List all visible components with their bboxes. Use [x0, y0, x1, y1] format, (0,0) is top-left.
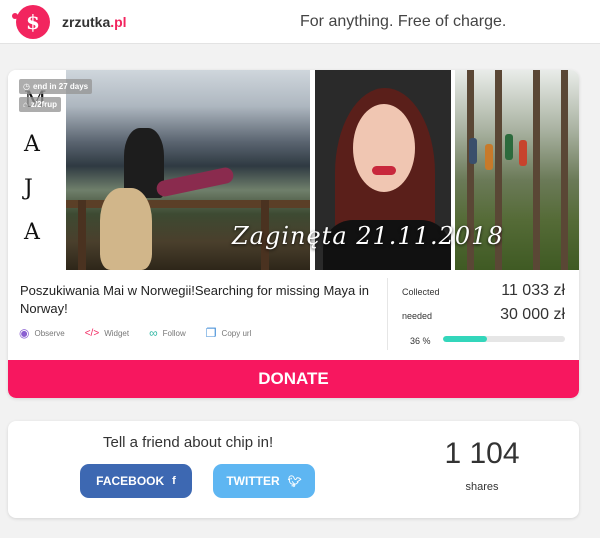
logo[interactable]: $ zrzutka.pl: [12, 5, 127, 39]
railing-post: [78, 200, 86, 270]
needed-value: 30 000 zł: [500, 306, 565, 323]
logo-text: zrzutka.pl: [62, 14, 127, 30]
widget-label: Widget: [104, 328, 130, 338]
share-card: Tell a friend about chip in! FACEBOOK f …: [8, 421, 579, 518]
follow-button[interactable]: ∞ Follow: [149, 326, 186, 340]
tag-icon: ⌂: [23, 100, 28, 109]
collected-value: 11 033 zł: [501, 282, 565, 299]
hiker: [485, 144, 493, 170]
needed-label: needed: [402, 311, 433, 321]
observe-label: Observe: [34, 328, 65, 338]
tagline: For anything. Free of charge.: [300, 13, 507, 30]
logo-s-glyph: $: [26, 10, 40, 34]
campaign-id-text: z/2frup: [30, 100, 58, 109]
site-header: $ zrzutka.pl For anything. Free of charg…: [0, 0, 600, 44]
end-date-text: end in 27 days: [32, 82, 89, 91]
twitter-share-button[interactable]: TWITTER 🐦︎: [213, 464, 315, 498]
twitter-label: TWITTER: [226, 474, 280, 488]
zrzutka-logo-icon: $: [12, 5, 50, 39]
widget-button[interactable]: </> Widget: [85, 326, 129, 340]
tree-trunk: [561, 70, 568, 270]
tree-trunk: [533, 70, 540, 270]
dog-silhouette: [100, 188, 152, 270]
logo-tld: .pl: [110, 14, 127, 30]
hiker: [519, 140, 527, 166]
code-icon: </>: [84, 327, 100, 339]
portrait-lips: [372, 166, 396, 175]
hiker: [469, 138, 477, 164]
facebook-label: FACEBOOK: [96, 474, 165, 488]
progress-fill: [443, 336, 487, 342]
progress-percent: 36 %: [410, 336, 431, 346]
missing-date-overlay: Zaginęta 21.11.2018: [232, 222, 504, 250]
progress-bar: [443, 336, 565, 342]
portrait-face: [353, 104, 415, 192]
logo-name: zrzutka: [62, 14, 111, 30]
copy-url-label: Copy url: [221, 328, 252, 338]
shares-label: shares: [465, 481, 499, 493]
campaign-photo[interactable]: M A J A Zagin: [8, 70, 579, 270]
stats-divider: [387, 278, 388, 350]
end-date-badge: ◷ end in 27 days: [19, 79, 93, 94]
campaign-id-badge: ⌂ z/2frup: [19, 97, 62, 112]
campaign-title[interactable]: Poszukiwania Mai w Norwegii!Searching fo…: [20, 282, 385, 318]
campaign-card: M A J A Zagin: [8, 70, 579, 398]
shares-count: 1 104: [444, 437, 520, 470]
clock-icon: ◷: [23, 82, 30, 91]
logo-dot: [12, 13, 18, 19]
share-title: Tell a friend about chip in!: [103, 434, 274, 451]
observe-button[interactable]: ◉ Observe: [19, 326, 65, 340]
hiker: [505, 134, 513, 160]
facebook-share-button[interactable]: FACEBOOK f: [80, 464, 192, 498]
link-icon: ∞: [149, 326, 158, 340]
collected-label: Collected: [402, 287, 440, 297]
copy-icon: ❐: [205, 326, 217, 340]
eye-icon: ◉: [19, 326, 30, 340]
twitter-icon: 🐦︎: [287, 475, 302, 488]
copy-url-button[interactable]: ❐ Copy url: [206, 326, 252, 340]
photo-letter: A: [24, 220, 40, 245]
photo-letter: A: [24, 132, 40, 157]
follow-label: Follow: [162, 328, 186, 338]
campaign-actions: ◉ Observe </> Widget ∞ Follow ❐ Copy url: [19, 326, 271, 340]
person-legs: [155, 166, 235, 198]
facebook-icon: f: [172, 475, 176, 487]
donate-button[interactable]: DONATE: [8, 360, 579, 398]
photo-letter: J: [24, 176, 33, 201]
